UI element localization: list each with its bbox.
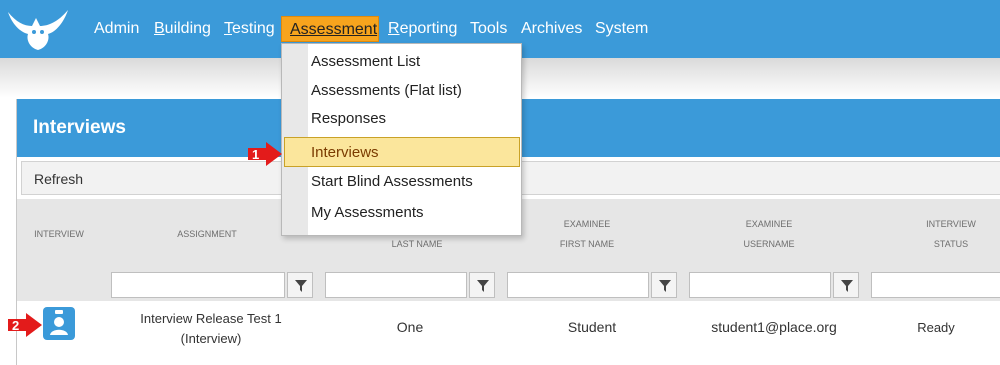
col-header-assignment[interactable]: ASSIGNMENT [147, 223, 267, 245]
last-name-filter-input[interactable] [325, 272, 467, 298]
col-header-username[interactable]: USERNAME [709, 233, 829, 255]
step-2-arrow-icon: 2 [8, 313, 44, 337]
username-filter-input[interactable] [689, 272, 831, 298]
panel-title: Interviews [33, 117, 126, 138]
interview-badge-icon[interactable] [43, 307, 75, 340]
nav-testing[interactable]: Testing [224, 18, 275, 40]
filter-icon [659, 280, 671, 292]
filter-row [17, 269, 1000, 301]
assessment-dropdown-menu: Assessment List Assessments (Flat list) … [281, 43, 522, 236]
nav-archives[interactable]: Archives [521, 18, 582, 40]
nav-system[interactable]: System [595, 18, 648, 40]
nav-building[interactable]: Building [154, 18, 211, 40]
menu-item-start-blind-assessments[interactable]: Start Blind Assessments [311, 173, 473, 190]
filter-icon [295, 280, 307, 292]
last-name-filter-button[interactable] [469, 272, 495, 298]
assignment-type: (Interview) [180, 331, 242, 346]
nav-admin[interactable]: Admin [94, 18, 139, 40]
step-1-label: 1 [252, 147, 260, 162]
filter-icon [841, 280, 853, 292]
menu-item-assessment-list[interactable]: Assessment List [311, 53, 420, 70]
col-header-status[interactable]: STATUS [891, 233, 1000, 255]
nav-tools[interactable]: Tools [470, 18, 507, 40]
step-1-arrow-icon: 1 [248, 142, 284, 166]
step-2-label: 2 [12, 318, 20, 333]
col-header-first-name[interactable]: FIRST NAME [527, 233, 647, 255]
last-name-cell: One [396, 319, 424, 335]
menu-item-interviews[interactable]: Interviews [311, 144, 379, 161]
col-header-examinee: EXAMINEE [563, 219, 611, 229]
status-filter-input[interactable] [871, 272, 1000, 298]
first-name-cell: Student [567, 319, 617, 335]
col-header-examinee-2: EXAMINEE [745, 219, 793, 229]
assignment-name: Interview Release Test 1 [140, 311, 282, 326]
assignment-cell: Interview Release Test 1 (Interview) [111, 309, 311, 349]
col-header-interview[interactable]: INTERVIEW [27, 223, 91, 245]
assignment-filter-input[interactable] [111, 272, 285, 298]
filter-icon [477, 280, 489, 292]
nav-assessment[interactable]: Assessment [281, 16, 379, 42]
col-header-interview-2: INTERVIEW [926, 219, 976, 229]
col-header-last-name[interactable]: LAST NAME [357, 233, 477, 255]
nav-reporting[interactable]: Reporting [388, 18, 457, 40]
username-cell: student1@place.org [711, 319, 837, 335]
first-name-filter-input[interactable] [507, 272, 649, 298]
refresh-button[interactable]: Refresh [34, 171, 83, 187]
assignment-filter-button[interactable] [287, 272, 313, 298]
first-name-filter-button[interactable] [651, 272, 677, 298]
status-cell: Ready [917, 320, 955, 335]
owl-logo-icon[interactable] [6, 6, 70, 52]
menu-item-my-assessments[interactable]: My Assessments [311, 204, 424, 221]
menu-item-assessments-flat-list[interactable]: Assessments (Flat list) [311, 82, 462, 99]
menu-item-responses[interactable]: Responses [311, 110, 386, 127]
username-filter-button[interactable] [833, 272, 859, 298]
